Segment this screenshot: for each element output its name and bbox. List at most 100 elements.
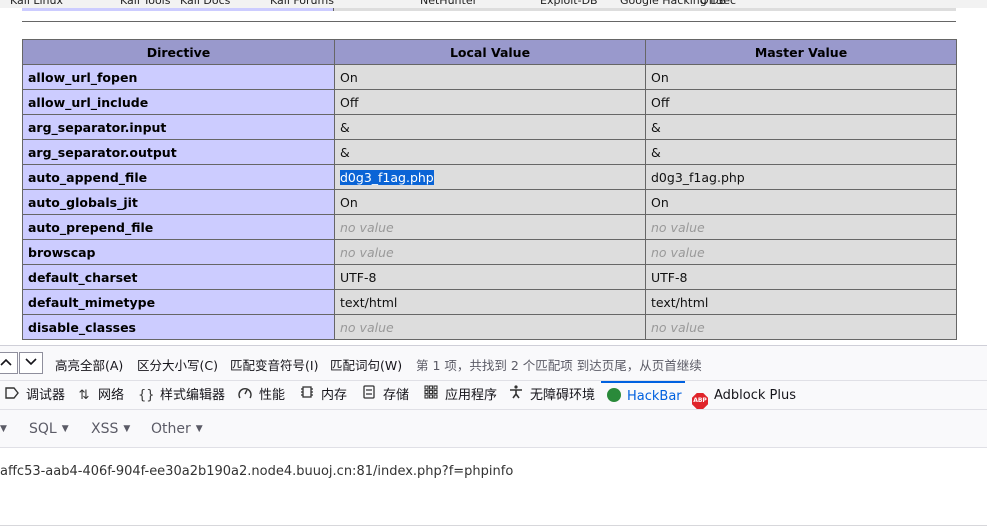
match-case-toggle[interactable]: 区分大小写(C) <box>137 355 218 374</box>
table-row: allow_url_fopen On On <box>22 64 957 90</box>
load-menu-caret[interactable]: ▼ <box>0 421 7 437</box>
master-value-cell: d0g3_f1ag.php <box>645 164 957 190</box>
master-value-cell: On <box>645 189 957 215</box>
local-value-cell: text/html <box>334 289 646 315</box>
bookmark-item[interactable]: Kali Tools <box>120 0 170 7</box>
master-value-cell: On <box>645 64 957 90</box>
url-text: affc53-aab4-406f-904f-ee30a2b190a2.node4… <box>0 464 514 479</box>
sql-menu[interactable]: SQL ▼ <box>29 421 69 437</box>
table-row: auto_globals_jit On On <box>22 189 957 215</box>
bookmark-item[interactable]: Exploit-DB <box>540 0 598 7</box>
tab-storage-label: 存储 <box>383 388 410 403</box>
master-value-cell: & <box>645 114 957 140</box>
tab-debugger[interactable]: 调试器 <box>4 381 65 410</box>
debugger-icon <box>4 381 20 410</box>
bookmark-item[interactable]: Kali Linux <box>10 0 63 7</box>
style-editor-icon: {} <box>138 388 155 403</box>
highlight-all-toggle[interactable]: 高亮全部(A) <box>55 355 123 374</box>
find-bar: 高亮全部(A) 区分大小写(C) 匹配变音符号(I) 匹配词句(W) 第 1 项… <box>0 345 987 380</box>
master-value-cell: no value <box>645 214 957 240</box>
tab-memory[interactable]: 内存 <box>299 381 347 410</box>
devtools-tab-bar: 调试器 ⇅ 网络 {} 样式编辑器 性能 内存 存储 应用程序 无障碍环境 Hack… <box>0 380 987 410</box>
application-icon <box>423 381 439 410</box>
caret-down-icon: ▼ <box>61 424 69 434</box>
bookmark-item[interactable]: Kali Docs <box>180 0 230 7</box>
directive-cell: allow_url_fopen <box>22 64 335 90</box>
tab-memory-label: 内存 <box>321 388 348 403</box>
tab-performance[interactable]: 性能 <box>237 381 285 410</box>
master-value-cell: & <box>645 139 957 165</box>
local-value-cell: & <box>334 139 646 165</box>
caret-down-icon: ▼ <box>195 424 203 434</box>
memory-icon <box>299 381 315 410</box>
local-value-cell: no value <box>334 214 646 240</box>
local-value-cell: no value <box>334 314 646 340</box>
caret-down-icon: ▼ <box>0 424 7 434</box>
network-icon: ⇅ <box>78 388 90 403</box>
table-row: arg_separator.output & & <box>22 139 957 165</box>
find-previous-button[interactable] <box>0 352 18 374</box>
master-value-cell: no value <box>645 239 957 265</box>
url-textarea[interactable]: affc53-aab4-406f-904f-ee30a2b190a2.node4… <box>0 456 987 526</box>
xss-menu-label: XSS <box>91 421 119 437</box>
other-menu[interactable]: Other ▼ <box>151 421 203 437</box>
master-value-cell: UTF-8 <box>645 264 957 290</box>
tab-network[interactable]: ⇅ 网络 <box>76 381 124 410</box>
directive-cell: default_mimetype <box>22 289 335 315</box>
chevron-down-icon <box>25 356 37 370</box>
match-diacritics-toggle[interactable]: 匹配变音符号(I) <box>230 355 318 374</box>
tab-application[interactable]: 应用程序 <box>423 381 497 410</box>
bookmarks-toolbar: Kali Linux Kali Tools Kali Docs Kali Forums… <box>0 0 987 8</box>
tab-storage[interactable]: 存储 <box>361 381 409 410</box>
table-row: default_mimetype text/html text/html <box>22 289 957 315</box>
xss-menu[interactable]: XSS ▼ <box>91 421 130 437</box>
directive-cell: default_charset <box>22 264 335 290</box>
sql-menu-label: SQL <box>29 421 57 437</box>
table-row: disable_classes no value no value <box>22 314 957 340</box>
table-header-row: Directive Local Value Master Value <box>22 39 957 65</box>
tab-network-label: 网络 <box>98 388 125 403</box>
tab-performance-label: 性能 <box>259 388 286 403</box>
directive-cell: disable_classes <box>22 314 335 340</box>
performance-icon <box>237 381 253 410</box>
local-value-cell: no value <box>334 239 646 265</box>
table-row: arg_separator.input & & <box>22 114 957 140</box>
header-directive: Directive <box>22 39 335 65</box>
directive-cell: auto_prepend_file <box>22 214 335 240</box>
tab-style-editor[interactable]: {} 样式编辑器 <box>138 381 225 410</box>
tab-hackbar-label: HackBar <box>627 389 682 404</box>
bookmark-item[interactable]: Kali Forums <box>270 0 334 7</box>
tab-adblock-plus[interactable]: ABP Adblock Plus <box>692 381 796 410</box>
storage-icon <box>361 381 377 410</box>
master-value-cell: no value <box>645 314 957 340</box>
bookmark-item[interactable]: NetHunter <box>420 0 477 7</box>
tab-application-label: 应用程序 <box>445 388 498 403</box>
whole-words-toggle[interactable]: 匹配词句(W) <box>330 355 402 374</box>
other-menu-label: Other <box>151 421 191 437</box>
tab-debugger-label: 调试器 <box>26 388 66 403</box>
chevron-up-icon <box>0 356 12 370</box>
directive-cell: allow_url_include <box>22 89 335 115</box>
directive-cell: auto_globals_jit <box>22 189 335 215</box>
tab-hackbar[interactable]: HackBar <box>601 381 685 410</box>
directive-cell: arg_separator.output <box>22 139 335 165</box>
adblock-plus-icon: ABP <box>692 393 708 409</box>
bookmark-item[interactable]: OffSec <box>700 0 736 7</box>
master-value-cell: text/html <box>645 289 957 315</box>
php-config-table: Directive Local Value Master Value allow… <box>22 39 957 340</box>
table-row: allow_url_include Off Off <box>22 89 957 115</box>
tab-accessibility[interactable]: 无障碍环境 <box>508 381 595 410</box>
table-row: auto_prepend_file no value no value <box>22 214 957 240</box>
local-value-cell: & <box>334 114 646 140</box>
hackbar-icon <box>607 388 621 402</box>
master-value-cell: Off <box>645 89 957 115</box>
directive-cell: browscap <box>22 239 335 265</box>
header-master-value: Master Value <box>645 39 957 65</box>
find-next-button[interactable] <box>19 352 43 374</box>
find-status: 第 1 项，共找到 2 个匹配项 到达页尾，从页首继续 <box>416 358 702 373</box>
tab-style-editor-label: 样式编辑器 <box>160 388 226 403</box>
local-value-cell: On <box>334 189 646 215</box>
local-value-cell: Off <box>334 89 646 115</box>
table-row: auto_append_file d0g3_f1ag.php d0g3_f1ag.p… <box>22 164 957 190</box>
header-local-value: Local Value <box>334 39 646 65</box>
